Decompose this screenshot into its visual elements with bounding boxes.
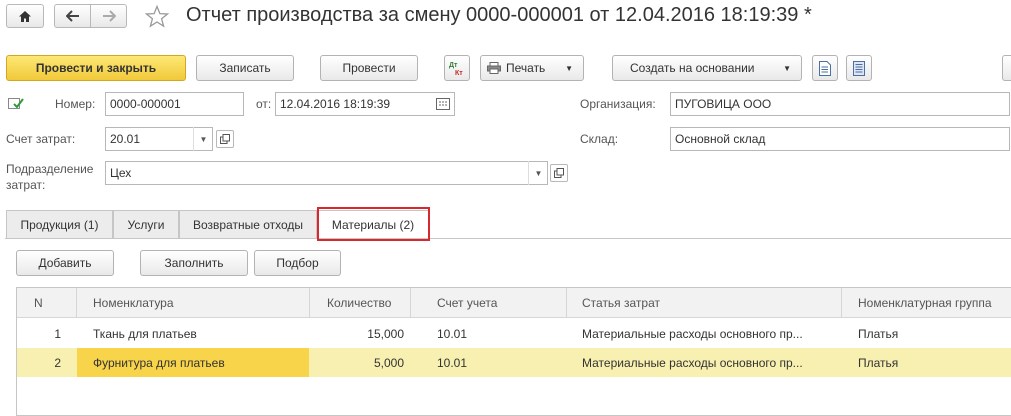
related-documents-button[interactable]: [812, 55, 838, 81]
tab-divider: [5, 238, 1011, 239]
printer-icon: [487, 62, 501, 74]
chevron-down-icon: ▼: [783, 63, 791, 73]
organization-label: Организация:: [580, 97, 656, 111]
open-division-button[interactable]: [550, 164, 568, 182]
tab-returnable-waste[interactable]: Возвратные отходы: [179, 210, 317, 238]
cell-item: Фурнитура для платьев: [77, 348, 309, 377]
post-button[interactable]: Провести: [320, 55, 418, 81]
table-header: N Номенклатура Количество Счет учета Ста…: [17, 288, 1011, 318]
materials-table[interactable]: N Номенклатура Количество Счет учета Ста…: [16, 287, 1011, 416]
list-icon: [853, 60, 865, 76]
arrow-left-icon: [65, 10, 79, 22]
cell-account: 10.01: [437, 355, 468, 370]
fill-button[interactable]: Заполнить: [140, 250, 248, 276]
more-actions-button[interactable]: [1002, 55, 1011, 81]
cell-group: Платья: [858, 326, 899, 341]
home-button[interactable]: [6, 4, 44, 28]
division-label: Подразделение затрат:: [6, 162, 94, 192]
cell-quantity: 15,000: [367, 326, 404, 341]
column-header-n[interactable]: N: [17, 288, 77, 318]
print-button[interactable]: Печать ▼: [480, 55, 584, 81]
column-header-item[interactable]: Номенклатура: [77, 288, 310, 318]
highlight-box: [317, 207, 430, 241]
add-button[interactable]: Добавить: [16, 250, 114, 276]
open-cost-account-button[interactable]: [216, 130, 234, 148]
create-based-label: Создать на основании: [630, 61, 755, 75]
structure-button[interactable]: [846, 55, 872, 81]
cell-quantity: 5,000: [373, 355, 404, 370]
open-link-icon: [220, 134, 230, 144]
chevron-down-icon[interactable]: ▼: [193, 127, 213, 151]
document-icon: [819, 60, 831, 76]
cell-account: 10.01: [437, 326, 468, 341]
date-field[interactable]: 12.04.2016 18:19:39: [275, 92, 455, 116]
print-label: Печать: [506, 61, 546, 75]
warehouse-field[interactable]: Основной склад: [670, 127, 1010, 151]
organization-field[interactable]: ПУГОВИЦА ООО: [670, 92, 1010, 116]
svg-text:Кт: Кт: [455, 70, 463, 77]
warehouse-label: Склад:: [580, 132, 619, 146]
division-field[interactable]: Цех: [105, 161, 548, 185]
cell-n: 1: [54, 326, 61, 341]
cell-n: 2: [54, 355, 61, 370]
tab-services[interactable]: Услуги: [113, 210, 179, 238]
cell-item: Ткань для платьев: [93, 326, 197, 341]
home-icon: [19, 10, 31, 22]
column-header-quantity[interactable]: Количество: [310, 288, 411, 318]
pick-button[interactable]: Подбор: [254, 250, 341, 276]
debit-credit-icon: Дт Кт: [449, 62, 463, 77]
date-value: 12.04.2016 18:19:39: [280, 97, 391, 111]
forward-button[interactable]: [90, 4, 127, 28]
page-title: Отчет производства за смену 0000-000001 …: [186, 4, 812, 26]
calendar-icon[interactable]: [436, 98, 450, 113]
column-header-account[interactable]: Счет учета: [411, 288, 567, 318]
tab-products[interactable]: Продукция (1): [6, 210, 113, 238]
cell-group: Платья: [858, 355, 899, 370]
back-button[interactable]: [54, 4, 91, 28]
post-and-close-button[interactable]: Провести и закрыть: [6, 55, 186, 81]
cell-cost-item: Материальные расходы основного пр...: [582, 326, 803, 341]
dt-kt-button[interactable]: Дт Кт: [444, 55, 470, 81]
svg-text:Дт: Дт: [449, 62, 458, 69]
number-field[interactable]: 0000-000001: [105, 92, 244, 116]
date-label: от:: [256, 97, 272, 111]
cell-cost-item: Материальные расходы основного пр...: [582, 355, 803, 370]
open-link-icon: [554, 168, 564, 178]
chevron-down-icon: ▼: [565, 63, 573, 73]
save-button[interactable]: Записать: [196, 55, 294, 81]
cost-account-label: Счет затрат:: [6, 132, 76, 146]
table-row[interactable]: 2 Фурнитура для платьев 5,000 10.01 Мате…: [17, 348, 1011, 377]
column-header-cost-item[interactable]: Статья затрат: [567, 288, 842, 318]
column-header-group[interactable]: Номенклатурная группа: [842, 288, 1011, 318]
favorite-star-icon[interactable]: [144, 4, 170, 31]
number-label: Номер:: [55, 97, 96, 111]
create-based-on-button[interactable]: Создать на основании ▼: [612, 55, 802, 81]
chevron-down-icon[interactable]: ▼: [528, 161, 548, 185]
table-row[interactable]: 1 Ткань для платьев 15,000 10.01 Материа…: [17, 319, 1011, 348]
posted-status-icon: [8, 97, 24, 113]
arrow-right-icon: [102, 10, 116, 22]
